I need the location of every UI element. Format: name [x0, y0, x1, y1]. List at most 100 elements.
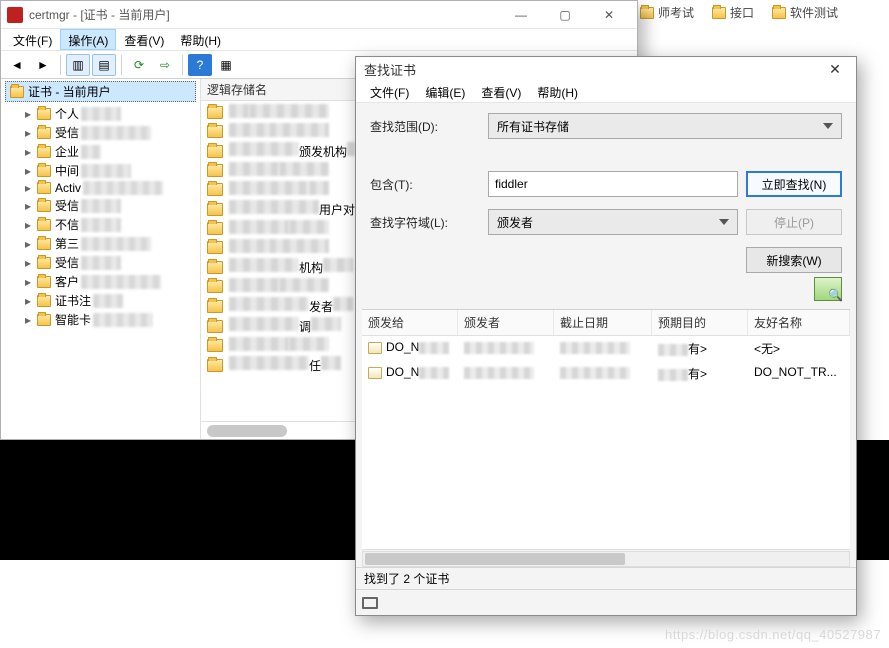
expander-icon[interactable]: ▸: [23, 237, 33, 251]
results-hscroll[interactable]: [362, 549, 850, 567]
bookmark-item[interactable]: 师考试: [640, 4, 694, 21]
expander-icon[interactable]: ▸: [23, 164, 33, 178]
tree-item-label: Activ: [55, 181, 163, 195]
tree-item[interactable]: ▸ 中间: [23, 161, 196, 180]
dlg-menu-edit[interactable]: 编辑(E): [417, 81, 473, 102]
menu-action[interactable]: 操作(A): [60, 29, 116, 50]
menu-file[interactable]: 文件(F): [5, 29, 60, 50]
cell-friendly: DO_NOT_TR...: [748, 363, 850, 384]
col-issued-by[interactable]: 颁发者: [458, 310, 554, 335]
tree-item[interactable]: ▸企业: [23, 142, 196, 161]
view-list-button[interactable]: ▥: [66, 54, 90, 76]
expander-icon[interactable]: ▸: [23, 181, 33, 195]
tree-item[interactable]: ▸客户: [23, 272, 196, 291]
minimize-button[interactable]: —: [499, 1, 543, 29]
bookmark-item[interactable]: 接口: [712, 4, 754, 21]
folder-icon: [772, 7, 786, 19]
cert-icon: [368, 342, 382, 354]
titlebar[interactable]: certmgr - [证书 - 当前用户] — ▢ ✕: [1, 1, 637, 29]
tree-root-label: 证书 - 当前用户: [28, 83, 111, 100]
expander-icon[interactable]: ▸: [23, 256, 33, 270]
folder-icon: [37, 146, 51, 158]
results-header[interactable]: 颁发给 颁发者 截止日期 预期目的 友好名称: [362, 310, 850, 336]
tree-item-label: 中间: [55, 162, 131, 179]
folder-icon: [640, 7, 654, 19]
list-item-label: 任: [229, 356, 341, 374]
expander-icon[interactable]: ▸: [23, 313, 33, 327]
folder-icon: [37, 238, 51, 250]
dialog-close-button[interactable]: ✕: [822, 61, 848, 78]
tree-item[interactable]: ▸不信: [23, 215, 196, 234]
tree-item[interactable]: ▸第三: [23, 234, 196, 253]
menu-view[interactable]: 查看(V): [116, 29, 172, 50]
list-item-label: [229, 104, 329, 121]
properties-button[interactable]: ▦: [214, 54, 238, 76]
tree-item[interactable]: ▸ 受信: [23, 196, 196, 215]
table-row[interactable]: DO_N有>DO_NOT_TR...: [362, 361, 850, 386]
tree-item[interactable]: ▸受信: [23, 123, 196, 142]
scope-select[interactable]: 所有证书存储: [488, 113, 842, 139]
app-icon: [7, 7, 23, 23]
contains-input[interactable]: fiddler: [488, 171, 738, 197]
folder-icon: [37, 127, 51, 139]
toolbar-divider: [182, 55, 183, 75]
col-expire[interactable]: 截止日期: [554, 310, 652, 335]
dlg-menu-file[interactable]: 文件(F): [362, 81, 417, 102]
expander-icon[interactable]: ▸: [23, 218, 33, 232]
tree-item[interactable]: ▸ Activ: [23, 180, 196, 196]
refresh-button[interactable]: ⟳: [127, 54, 151, 76]
expander-icon[interactable]: ▸: [23, 145, 33, 159]
tree-item-label: 智能卡: [55, 311, 153, 328]
export-button[interactable]: ⇨: [153, 54, 177, 76]
dlg-menu-help[interactable]: 帮助(H): [529, 81, 586, 102]
cell-expire: [554, 338, 652, 359]
maximize-button[interactable]: ▢: [543, 1, 587, 29]
bookmark-item[interactable]: 软件测试: [772, 4, 838, 21]
folder-icon: [207, 280, 223, 293]
folder-icon: [207, 164, 223, 177]
view-detail-button[interactable]: ▤: [92, 54, 116, 76]
tree-item[interactable]: ▸ 智能卡: [23, 310, 196, 329]
cell-issued-to: DO_N: [362, 363, 458, 384]
expander-icon[interactable]: ▸: [23, 199, 33, 213]
folder-icon: [10, 86, 24, 98]
dialog-bottom-bar: [356, 589, 856, 615]
col-friendly[interactable]: 友好名称: [748, 310, 850, 335]
new-search-button[interactable]: 新搜索(W): [746, 247, 842, 273]
scroll-thumb[interactable]: [207, 425, 287, 437]
tree-item[interactable]: ▸受信: [23, 253, 196, 272]
window-swap-icon[interactable]: [362, 597, 378, 609]
col-purpose[interactable]: 预期目的: [652, 310, 748, 335]
folder-icon: [207, 125, 223, 138]
cell-expire: [554, 363, 652, 384]
tree-root-item[interactable]: 证书 - 当前用户: [5, 81, 196, 102]
results-list: 颁发给 颁发者 截止日期 预期目的 友好名称 DO_N有><无>DO_N有>DO…: [362, 309, 850, 549]
list-item-label: [229, 181, 329, 198]
folder-icon: [37, 182, 51, 194]
col-issued-to[interactable]: 颁发给: [362, 310, 458, 335]
close-button[interactable]: ✕: [587, 1, 631, 29]
scroll-thumb[interactable]: [365, 553, 625, 565]
tree-item[interactable]: ▸ 证书注: [23, 291, 196, 310]
table-row[interactable]: DO_N有><无>: [362, 336, 850, 361]
expander-icon[interactable]: ▸: [23, 107, 33, 121]
tree-item-label: 证书注: [55, 292, 123, 309]
nav-back-button[interactable]: ◄: [5, 54, 29, 76]
folder-icon: [207, 339, 223, 352]
expander-icon[interactable]: ▸: [23, 294, 33, 308]
dialog-titlebar[interactable]: 查找证书 ✕: [356, 57, 856, 81]
folder-icon: [207, 183, 223, 196]
expander-icon[interactable]: ▸: [23, 126, 33, 140]
menu-help[interactable]: 帮助(H): [172, 29, 229, 50]
expander-icon[interactable]: ▸: [23, 275, 33, 289]
field-select[interactable]: 颁发者: [488, 209, 738, 235]
list-item-label: [229, 337, 329, 354]
tree-item-label: 受信: [55, 197, 121, 214]
dlg-menu-view[interactable]: 查看(V): [473, 81, 529, 102]
find-now-button[interactable]: 立即查找(N): [746, 171, 842, 197]
tree-item[interactable]: ▸个人: [23, 104, 196, 123]
list-item-label: [229, 278, 329, 295]
folder-icon: [37, 276, 51, 288]
help-button[interactable]: ?: [188, 54, 212, 76]
nav-fwd-button[interactable]: ►: [31, 54, 55, 76]
